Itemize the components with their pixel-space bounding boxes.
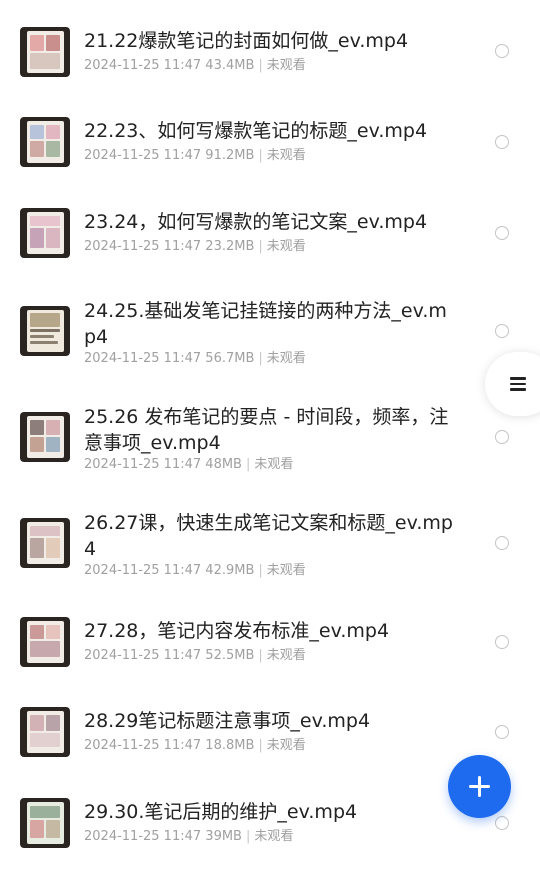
file-date: 2024-11-25 11:47 <box>84 738 202 753</box>
video-thumbnail <box>20 306 70 356</box>
side-menu-handle[interactable] <box>485 352 540 416</box>
add-button[interactable] <box>448 755 511 818</box>
file-size: 91.2MB <box>205 148 255 163</box>
watch-status: 未观看 <box>266 738 306 753</box>
radio-circle-icon[interactable] <box>495 536 509 550</box>
file-date: 2024-11-25 11:47 <box>84 563 202 578</box>
meta-divider: | <box>258 648 263 663</box>
file-meta: 2024-11-25 11:47 39MB | 未观看 <box>84 828 293 846</box>
file-size: 43.4MB <box>205 58 255 73</box>
file-size: 39MB <box>205 829 242 844</box>
file-meta: 2024-11-25 11:47 48MB | 未观看 <box>84 456 293 474</box>
watch-status: 未观看 <box>266 563 306 578</box>
meta-divider: | <box>258 58 263 73</box>
watch-status: 未观看 <box>266 648 306 663</box>
file-date: 2024-11-25 11:47 <box>84 148 202 163</box>
file-name: 28.29笔记标题注意事项_ev.mp4 <box>84 710 371 732</box>
radio-circle-icon[interactable] <box>495 44 509 58</box>
radio-circle-icon[interactable] <box>495 226 509 240</box>
file-name: 25.26 发布笔记的要点 - 时间段，频率，注意事项_ev.mp4 <box>84 406 449 454</box>
video-thumbnail <box>20 518 70 568</box>
radio-circle-icon[interactable] <box>495 816 509 830</box>
radio-circle-icon[interactable] <box>495 135 509 149</box>
file-meta: 2024-11-25 11:47 91.2MB | 未观看 <box>84 147 306 165</box>
file-size: 18.8MB <box>205 738 255 753</box>
file-name: 23.24，如何写爆款的笔记文案_ev.mp4 <box>84 211 428 233</box>
file-date: 2024-11-25 11:47 <box>84 829 202 844</box>
meta-divider: | <box>245 829 251 844</box>
file-date: 2024-11-25 11:47 <box>84 239 202 254</box>
radio-circle-icon[interactable] <box>495 725 509 739</box>
watch-status: 未观看 <box>266 351 306 366</box>
watch-status: 未观看 <box>254 457 294 472</box>
video-thumbnail <box>20 27 70 77</box>
watch-status: 未观看 <box>266 148 306 163</box>
file-size: 23.2MB <box>205 239 255 254</box>
file-date: 2024-11-25 11:47 <box>84 58 202 73</box>
video-thumbnail <box>20 208 70 258</box>
meta-divider: | <box>258 738 263 753</box>
file-name: 24.25.基础发笔记挂链接的两种方法_ev.mp4 <box>84 300 447 348</box>
file-size: 52.5MB <box>205 648 255 663</box>
file-name: 21.22爆款笔记的封面如何做_ev.mp4 <box>84 30 409 52</box>
file-size: 42.9MB <box>205 563 255 578</box>
meta-divider: | <box>258 148 263 163</box>
file-name: 22.23、如何写爆款笔记的标题_ev.mp4 <box>84 120 428 142</box>
file-name: 26.27课，快速生成笔记文案和标题_ev.mp4 <box>84 512 453 560</box>
file-name: 27.28，笔记内容发布标准_ev.mp4 <box>84 620 390 642</box>
watch-status: 未观看 <box>254 829 294 844</box>
file-meta: 2024-11-25 11:47 18.8MB | 未观看 <box>84 737 306 755</box>
file-date: 2024-11-25 11:47 <box>84 457 202 472</box>
file-date: 2024-11-25 11:47 <box>84 648 202 663</box>
video-thumbnail <box>20 617 70 667</box>
video-thumbnail <box>20 707 70 757</box>
meta-divider: | <box>258 351 263 366</box>
meta-divider: | <box>258 239 263 254</box>
watch-status: 未观看 <box>266 58 306 73</box>
radio-circle-icon[interactable] <box>495 635 509 649</box>
file-meta: 2024-11-25 11:47 56.7MB | 未观看 <box>84 350 306 368</box>
radio-circle-icon[interactable] <box>495 430 509 444</box>
menu-icon <box>510 377 526 391</box>
file-size: 56.7MB <box>205 351 255 366</box>
watch-status: 未观看 <box>266 239 306 254</box>
file-list-screen: 21.22爆款笔记的封面如何做_ev.mp4 2024-11-25 11:47 … <box>0 0 540 882</box>
file-meta: 2024-11-25 11:47 42.9MB | 未观看 <box>84 562 306 580</box>
file-size: 48MB <box>205 457 242 472</box>
meta-divider: | <box>258 563 263 578</box>
video-thumbnail <box>20 117 70 167</box>
video-thumbnail <box>20 798 70 848</box>
file-date: 2024-11-25 11:47 <box>84 351 202 366</box>
file-meta: 2024-11-25 11:47 52.5MB | 未观看 <box>84 647 306 665</box>
meta-divider: | <box>245 457 251 472</box>
radio-circle-icon[interactable] <box>495 324 509 338</box>
video-thumbnail <box>20 412 70 462</box>
file-name: 29.30.笔记后期的维护_ev.mp4 <box>84 801 358 823</box>
file-meta: 2024-11-25 11:47 23.2MB | 未观看 <box>84 238 306 256</box>
file-meta: 2024-11-25 11:47 43.4MB | 未观看 <box>84 57 306 75</box>
